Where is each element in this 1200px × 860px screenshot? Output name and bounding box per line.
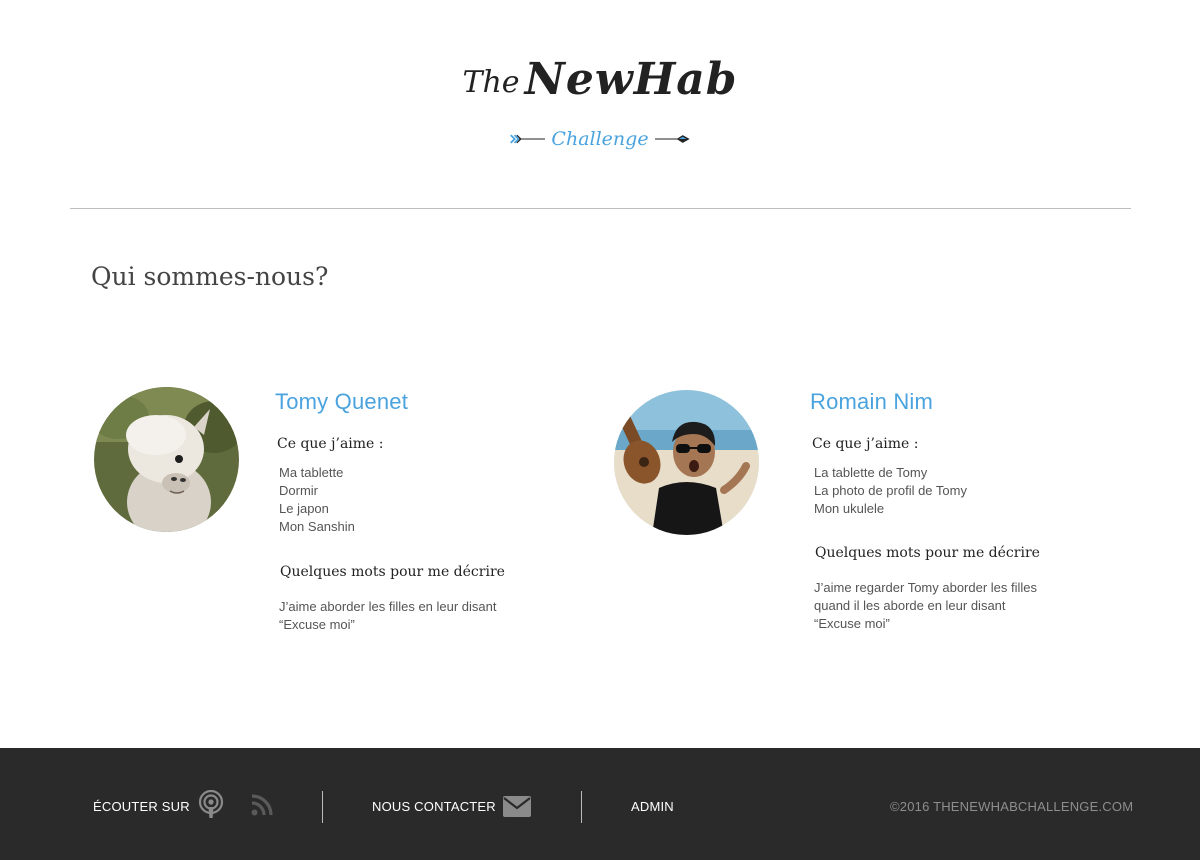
words-heading: Quelques mots pour me décrire bbox=[815, 545, 1040, 561]
logo-sub-text: Challenge bbox=[551, 128, 649, 150]
site-logo[interactable]: The NewHab Challenge bbox=[450, 58, 750, 168]
list-item: Mon Sanshin bbox=[279, 519, 355, 534]
profile-name: Romain Nim bbox=[810, 389, 934, 414]
likes-list: La tablette de Tomy La photo de profil d… bbox=[814, 464, 967, 518]
profile-description: J’aime regarder Tomy aborder les filles … bbox=[814, 580, 1038, 631]
envelope-icon[interactable] bbox=[503, 796, 531, 822]
arrow-head-icon bbox=[654, 135, 690, 143]
footer-separator bbox=[581, 791, 582, 823]
ukulele-photo bbox=[614, 390, 759, 535]
likes-heading: Ce que j’aime : bbox=[277, 436, 384, 452]
list-item: La tablette de Tomy bbox=[814, 465, 928, 480]
page-title: Qui sommes-nous? bbox=[91, 262, 329, 291]
listen-label: ÉCOUTER SUR bbox=[93, 799, 190, 814]
list-item: Ma tablette bbox=[279, 465, 344, 480]
likes-list: Ma tablette Dormir Le japon Mon Sanshin bbox=[279, 464, 355, 536]
list-item: Dormir bbox=[279, 483, 318, 498]
page: The NewHab Challenge Qui sommes-nous? To… bbox=[0, 0, 1200, 860]
avatar-tomy bbox=[94, 387, 239, 532]
arrow-tail-icon bbox=[510, 134, 546, 144]
profile-name: Tomy Quenet bbox=[275, 389, 409, 414]
logo-title: The NewHab bbox=[450, 58, 750, 102]
profile-description: J’aime aborder les filles en leur disant… bbox=[279, 599, 497, 632]
list-item: La photo de profil de Tomy bbox=[814, 483, 967, 498]
logo-newhab: NewHab bbox=[524, 54, 738, 105]
header-divider bbox=[70, 208, 1131, 209]
footer: ÉCOUTER SUR NOUS CONTACTER ADMIN ©2016 T… bbox=[0, 748, 1200, 860]
alpaca-photo bbox=[94, 387, 239, 532]
podcast-icon[interactable] bbox=[198, 789, 224, 825]
words-heading: Quelques mots pour me décrire bbox=[280, 564, 505, 580]
list-item: Mon ukulele bbox=[814, 501, 885, 516]
logo-subtitle: Challenge bbox=[510, 124, 690, 154]
admin-link[interactable]: ADMIN bbox=[631, 799, 674, 814]
rss-icon[interactable] bbox=[251, 794, 273, 821]
logo-the: The bbox=[462, 65, 520, 100]
avatar-romain bbox=[614, 390, 759, 535]
copyright: ©2016 THENEWHABCHALLENGE.COM bbox=[890, 799, 1134, 814]
list-item: Le japon bbox=[279, 501, 329, 516]
contact-link[interactable]: NOUS CONTACTER bbox=[372, 799, 496, 814]
footer-separator bbox=[322, 791, 323, 823]
likes-heading: Ce que j’aime : bbox=[812, 436, 919, 452]
